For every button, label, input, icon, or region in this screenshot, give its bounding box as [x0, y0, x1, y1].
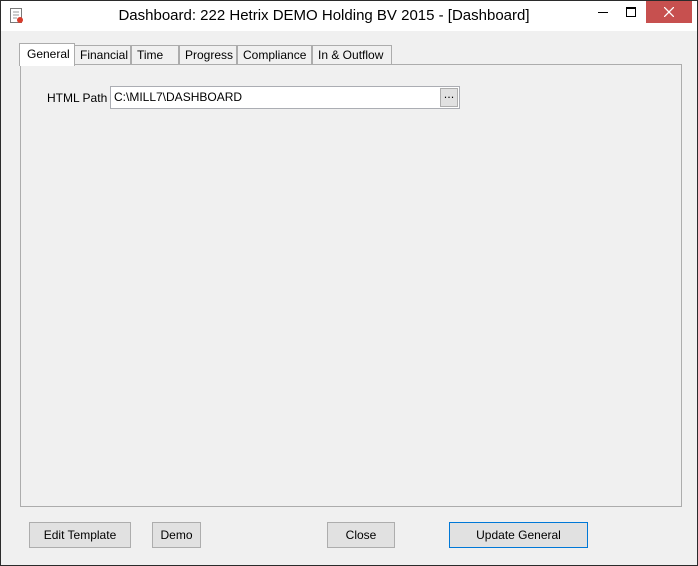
edit-template-button[interactable]: Edit Template: [29, 522, 131, 548]
minimize-icon: [598, 12, 608, 13]
maximize-button[interactable]: [617, 1, 645, 23]
tab-time[interactable]: Time: [131, 45, 179, 64]
title-bar[interactable]: Dashboard: 222 Hetrix DEMO Holding BV 20…: [1, 1, 697, 31]
tab-strip: General Financial Time Progress Complian…: [19, 43, 683, 66]
window-title: Dashboard: 222 Hetrix DEMO Holding BV 20…: [118, 7, 530, 24]
tab-financial[interactable]: Financial: [74, 45, 131, 64]
browse-button[interactable]: ...: [440, 88, 458, 107]
close-window-button[interactable]: [646, 1, 692, 23]
close-icon: [664, 7, 674, 17]
tab-in-outflow[interactable]: In & Outflow: [312, 45, 392, 64]
maximize-icon: [626, 7, 636, 17]
update-general-button[interactable]: Update General: [449, 522, 588, 548]
dashboard-window: Dashboard: 222 Hetrix DEMO Holding BV 20…: [0, 0, 698, 566]
app-icon[interactable]: [10, 8, 24, 24]
html-path-label: HTML Path: [47, 91, 108, 105]
tab-progress[interactable]: Progress: [179, 45, 237, 64]
tab-panel-general: HTML Path C:\MILL7\DASHBOARD ...: [20, 64, 682, 507]
close-button[interactable]: Close: [327, 522, 395, 548]
tab-general[interactable]: General: [19, 43, 75, 66]
demo-button[interactable]: Demo: [152, 522, 201, 548]
minimize-button[interactable]: [589, 1, 617, 23]
tab-compliance[interactable]: Compliance: [237, 45, 312, 64]
html-path-input[interactable]: C:\MILL7\DASHBOARD: [110, 86, 460, 109]
